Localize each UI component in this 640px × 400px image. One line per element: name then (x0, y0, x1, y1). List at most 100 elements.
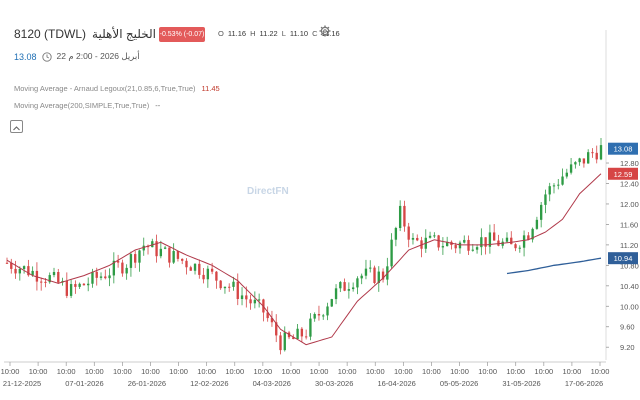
sma-line (506, 257, 602, 275)
candle-body-23 (104, 276, 107, 279)
x-time-label-20: 10:00 (563, 367, 582, 376)
candle-body-71 (309, 318, 312, 337)
candle-body-55 (240, 295, 244, 300)
x-date-label-4: 04-03-2026 (253, 379, 291, 388)
candle-body-80 (347, 289, 351, 291)
candle-body-74 (322, 315, 325, 317)
x-time-label-0: 10:00 (1, 367, 20, 376)
x-time-label-15: 10:00 (422, 367, 441, 376)
x-date-label-6: 16-04-2026 (377, 379, 415, 388)
candle-body-70 (304, 336, 308, 338)
candle-body-132 (569, 164, 573, 173)
candle-body-65 (283, 332, 286, 351)
y-tick-label-8: 12.40 (620, 179, 639, 188)
candle-body-48 (210, 268, 214, 272)
candle-body-43 (189, 267, 192, 271)
x-time-label-16: 10:00 (450, 367, 469, 376)
candle-body-79 (343, 282, 346, 291)
y-tick-label-5: 11.20 (620, 241, 638, 250)
candle-body-53 (232, 281, 235, 287)
candle-body-44 (193, 263, 197, 271)
candle-body-46 (202, 274, 205, 280)
candle-body-111 (480, 237, 483, 248)
x-date-label-5: 30-03-2026 (315, 379, 353, 388)
candle-body-121 (522, 235, 526, 248)
candle-body-133 (574, 162, 577, 165)
candle-body-22 (99, 276, 103, 278)
candle-body-134 (578, 158, 581, 163)
candle-body-3 (18, 268, 21, 274)
candle-body-95 (411, 237, 415, 240)
candle-body-84 (364, 268, 368, 276)
x-time-label-1: 10:00 (29, 367, 48, 376)
candle-body-52 (228, 286, 231, 288)
candle-body-36 (159, 248, 163, 257)
x-date-label-2: 26-01-2026 (128, 379, 166, 388)
candle-body-2 (14, 268, 17, 274)
candle-body-78 (339, 282, 342, 289)
x-time-label-7: 10:00 (197, 367, 216, 376)
x-date-label-7: 05-05-2026 (440, 379, 478, 388)
y-tick-label-9: 12.80 (620, 159, 639, 168)
candle-body-122 (527, 235, 530, 240)
x-date-label-9: 17-06-2026 (565, 379, 603, 388)
x-time-label-14: 10:00 (394, 367, 413, 376)
candle-body-59 (257, 299, 261, 301)
candle-body-41 (181, 258, 184, 261)
x-time-label-3: 10:00 (85, 367, 104, 376)
candle-body-0 (5, 262, 9, 264)
x-time-label-10: 10:00 (282, 367, 301, 376)
candle-body-130 (561, 176, 564, 185)
candle-body-119 (514, 244, 517, 249)
x-date-label-1: 07-01-2026 (65, 379, 103, 388)
candle-body-54 (236, 281, 239, 300)
candle-body-85 (369, 267, 372, 269)
candle-body-107 (463, 239, 466, 243)
candle-body-9 (44, 281, 47, 283)
candle-body-28 (125, 267, 128, 274)
candle-body-30 (134, 254, 137, 263)
candle-body-117 (505, 237, 509, 242)
alma-line (6, 173, 602, 346)
candle-body-124 (535, 219, 539, 229)
candle-body-135 (582, 158, 586, 164)
candle-body-18 (82, 283, 86, 286)
candle-body-38 (168, 247, 171, 263)
candle-body-42 (185, 260, 188, 268)
candle-body-31 (138, 250, 141, 263)
candle-body-12 (57, 272, 60, 283)
x-time-label-19: 10:00 (534, 367, 553, 376)
candle-body-86 (373, 267, 376, 283)
y-tick-label-7: 12.00 (620, 200, 639, 209)
candle-body-126 (544, 194, 547, 205)
candle-body-58 (253, 299, 257, 304)
y-tick-label-6: 11.60 (620, 220, 638, 229)
x-date-label-3: 12-02-2026 (190, 379, 228, 388)
candle-body-14 (65, 280, 69, 296)
candle-body-96 (416, 237, 419, 241)
candle-body-101 (437, 235, 440, 248)
candle-body-57 (249, 299, 252, 304)
candle-body-68 (296, 328, 299, 340)
candle-body-21 (95, 271, 98, 278)
candle-body-82 (356, 278, 359, 288)
price-chart[interactable]: 9.209.6010.0010.4010.8011.2011.6012.0012… (0, 0, 640, 400)
candle-body-16 (74, 284, 77, 287)
candle-body-37 (163, 247, 167, 249)
x-date-label-0: 21-12-2025 (3, 379, 41, 388)
candle-body-27 (121, 262, 124, 274)
candle-body-106 (458, 242, 462, 249)
candle-body-90 (390, 239, 393, 267)
candle-body-94 (407, 226, 410, 240)
candle-body-29 (129, 254, 133, 268)
candle-body-131 (565, 172, 568, 177)
candle-body-39 (172, 251, 175, 263)
x-time-label-2: 10:00 (57, 367, 76, 376)
x-time-label-4: 10:00 (113, 367, 132, 376)
candle-body-64 (279, 335, 282, 351)
y-tick-label-2: 10.00 (620, 302, 639, 311)
x-time-label-11: 10:00 (310, 367, 329, 376)
x-time-label-12: 10:00 (338, 367, 357, 376)
candle-body-118 (510, 237, 513, 245)
candle-body-4 (22, 266, 26, 269)
